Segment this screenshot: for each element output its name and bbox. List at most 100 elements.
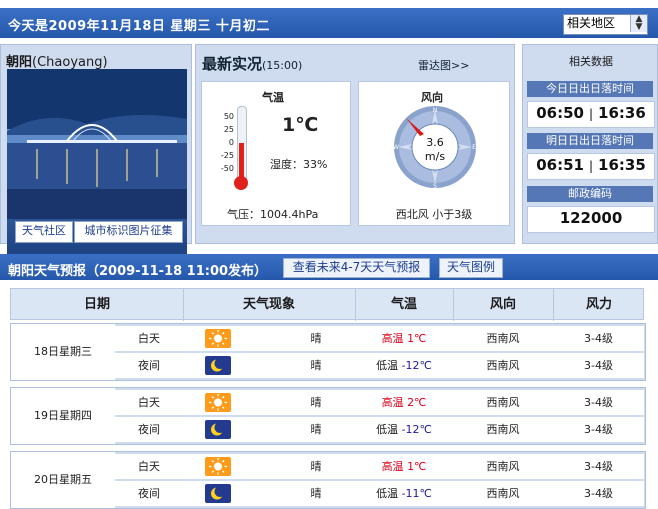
forecast-date: 18日星期三	[11, 324, 115, 380]
sun-tomorrow-times: 06:51 | 16:35	[527, 153, 655, 180]
forecast-night-row: 夜间 晴 低温 -12℃ 西南风 3-4级	[115, 353, 644, 378]
header-temp: 气温	[390, 297, 417, 312]
header-weather: 天气现象	[242, 297, 295, 312]
related-data-panel: 相关数据 今日日出日落时间 06:50 | 16:36 明日日出日落时间 06:51…	[522, 44, 658, 244]
weather-community-button[interactable]: 天气社区	[15, 221, 73, 243]
sunset-tomorrow: 16:35	[598, 156, 646, 174]
region-select-label: 相关地区	[567, 16, 616, 30]
sun-tomorrow-label: 明日日出日落时间	[527, 133, 653, 149]
sun-today-label: 今日日出日落时间	[527, 81, 653, 97]
temp-label: 高温	[381, 396, 404, 409]
weather-text: 晴	[310, 359, 322, 372]
temp-label: 高温	[381, 460, 404, 473]
high-temp: 高温 1℃	[355, 326, 453, 351]
temp-value: 1℃	[407, 332, 427, 345]
sunrise-tomorrow: 06:51	[536, 156, 584, 174]
weather-text: 晴	[310, 332, 322, 345]
period-label: 夜间	[138, 423, 160, 436]
compass-s: S	[433, 183, 437, 190]
city-photo-contest-button[interactable]: 城市标识图片征集	[74, 221, 183, 243]
period-label: 夜间	[138, 487, 160, 500]
wind-direction: 西南风	[486, 423, 520, 436]
forecast-day: 20日星期五 白天 晴 高温 1℃ 西南风 3-4级 夜间 晴 低温 -11℃ …	[10, 451, 646, 509]
temp-label: 高温	[381, 332, 404, 345]
compass-w: W	[393, 144, 399, 151]
forecast-day-row: 白天 晴 高温 2℃ 西南风 3-4级	[115, 390, 644, 415]
postcode-label: 邮政编码	[527, 186, 653, 202]
wind-direction: 西南风	[486, 332, 520, 345]
header-date: 日期	[83, 297, 110, 312]
temp-value: -12℃	[401, 423, 432, 436]
forecast-date: 20日星期五	[11, 452, 115, 508]
thermometer-tick: 0	[228, 138, 234, 147]
wind-compass-icon: N E S W 3.6 m/s	[393, 106, 476, 190]
forecast-date: 19日星期四	[11, 388, 115, 444]
temp-label: 低温	[376, 423, 399, 436]
current-weather-panel: 最新实况(15:00) 雷达图>> 气温 1℃ 湿度：33% 气压：1004.4…	[195, 44, 515, 244]
wind-direction: 西南风	[486, 460, 520, 473]
related-data-title: 相关数据	[569, 55, 613, 68]
weather-legend-button[interactable]: 天气图例	[439, 258, 503, 278]
wind-direction: 西南风	[486, 396, 520, 409]
wind-force: 3-4级	[584, 359, 613, 372]
header-wind-force: 风力	[585, 297, 612, 312]
observation-time: (15:00)	[262, 59, 303, 72]
postcode-value: 122000	[527, 206, 655, 233]
wind-unit: m/s	[425, 150, 445, 163]
thermometer-tick: 25	[223, 125, 234, 134]
period-label: 白天	[138, 332, 160, 345]
weather-text: 晴	[310, 460, 322, 473]
moon-icon	[205, 356, 231, 375]
forecast-day: 18日星期三 白天 晴 高温 1℃ 西南风 3-4级 夜间 晴 低温 -12℃ …	[10, 323, 646, 381]
weather-text: 晴	[310, 396, 322, 409]
wind-force: 3-4级	[584, 487, 613, 500]
city-name-cn: 朝阳	[6, 55, 33, 70]
forecast-table-header: 日期 天气现象 气温 风向 风力	[10, 288, 644, 321]
thermometer-tick: -25	[220, 151, 234, 160]
weather-text: 晴	[310, 487, 322, 500]
forecast-bar: 朝阳天气预报（2009-11-18 11:00发布） 查看未来4-7天天气预报 …	[0, 254, 658, 280]
sun-icon	[205, 393, 231, 412]
current-title-text: 最新实况	[202, 55, 263, 73]
wind-force: 3-4级	[584, 396, 613, 409]
forecast-title: 朝阳天气预报（2009-11-18 11:00发布）	[8, 264, 268, 279]
forecast-night-row: 夜间 晴 低温 -12℃ 西南风 3-4级	[115, 417, 644, 442]
period-label: 白天	[138, 460, 160, 473]
temp-label: 低温	[376, 359, 399, 372]
moon-icon	[205, 420, 231, 439]
thermometer-fill	[239, 143, 244, 178]
sun-icon	[205, 457, 231, 476]
region-select[interactable]: 相关地区 ▲ ▼	[563, 14, 648, 35]
thermometer-tick: 50	[223, 112, 234, 121]
sunset-today: 16:36	[598, 104, 646, 122]
wind-direction: 西南风	[486, 359, 520, 372]
sun-icon	[205, 329, 231, 348]
sun-today-times: 06:50 | 16:36	[527, 101, 655, 128]
wind-force: 3-4级	[584, 332, 613, 345]
radar-link[interactable]: 雷达图>>	[418, 57, 469, 73]
temp-value: 1℃	[407, 460, 427, 473]
temperature-box: 气温 1℃ 湿度：33% 气压：1004.4hPa 50 25 0 -25 -50	[201, 81, 351, 226]
select-arrows-icon[interactable]: ▲ ▼	[630, 15, 647, 32]
header-wind-dir: 风向	[489, 297, 516, 312]
wind-force: 3-4级	[584, 460, 613, 473]
temp-label: 低温	[376, 487, 399, 500]
high-temp: 高温 2℃	[355, 390, 453, 415]
temp-value: 2℃	[407, 396, 427, 409]
city-panel: 朝阳(Chaoyang) 天气社区 城市标识图片征集	[0, 44, 192, 258]
pressure-text: 气压：1004.4hPa	[227, 208, 319, 221]
future-forecast-button[interactable]: 查看未来4-7天天气预报	[283, 258, 430, 278]
temp-value: -12℃	[401, 359, 432, 372]
forecast-day-row: 白天 晴 高温 1℃ 西南风 3-4级	[115, 454, 644, 479]
low-temp: 低温 -11℃	[355, 481, 453, 506]
date-bar: 今天是2009年11月18日 星期三 十月初二 相关地区 ▲ ▼	[0, 8, 658, 38]
moon-icon	[205, 484, 231, 503]
humidity-text: 湿度：33%	[270, 158, 328, 171]
period-label: 白天	[138, 396, 160, 409]
city-bridge-image	[7, 69, 187, 219]
forecast-night-row: 夜间 晴 低温 -11℃ 西南风 3-4级	[115, 481, 644, 506]
forecast-day-row: 白天 晴 高温 1℃ 西南风 3-4级	[115, 326, 644, 351]
compass-e: E	[472, 144, 476, 151]
wind-direction: 西南风	[486, 487, 520, 500]
temperature-value: 1℃	[282, 114, 319, 136]
